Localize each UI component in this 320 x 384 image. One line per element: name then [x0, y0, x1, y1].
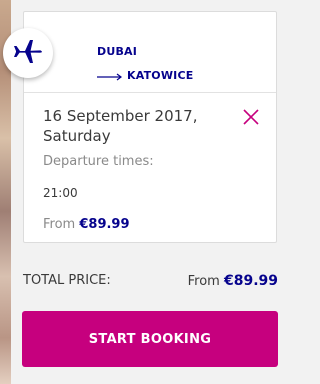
total-price: From €89.99 — [188, 273, 278, 289]
flight-date: 16 September 2017, Saturday — [43, 106, 233, 146]
flight-date-line: 16 September 2017, — [43, 107, 198, 125]
destination-city: KATOWICE — [127, 69, 194, 82]
close-icon — [242, 109, 260, 130]
origin-city: DUBAI — [97, 45, 138, 58]
long-arrow-right-icon — [97, 66, 123, 85]
total-price-value: €89.99 — [223, 273, 278, 289]
destination-row: KATOWICE — [97, 66, 193, 85]
departure-time: 21:00 — [43, 186, 78, 200]
card-divider — [24, 92, 276, 93]
airplane-icon — [13, 36, 43, 70]
total-price-label: TOTAL PRICE: — [23, 273, 111, 288]
start-booking-button[interactable]: START BOOKING — [22, 311, 278, 367]
flight-card: DUBAI KATOWICE 16 September 2017, Saturd… — [23, 11, 277, 243]
flight-price: From €89.99 — [43, 217, 130, 232]
remove-flight-button[interactable] — [242, 108, 260, 126]
departure-times-label: Departure times: — [43, 154, 154, 169]
flight-price-prefix: From — [43, 217, 76, 232]
flight-weekday: Saturday — [43, 127, 111, 145]
plane-badge — [3, 28, 53, 78]
flight-price-value: €89.99 — [79, 217, 130, 232]
total-price-prefix: From — [187, 274, 220, 289]
